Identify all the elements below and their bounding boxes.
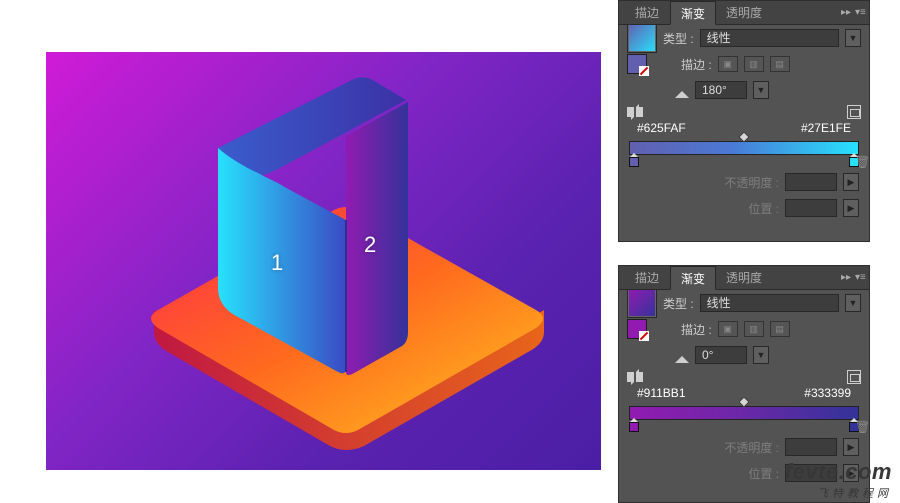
stroke-mode-2[interactable]: ▥ — [744, 321, 764, 337]
position-label: 位置 : — [748, 200, 779, 217]
opacity-label: 不透明度 : — [724, 439, 779, 456]
panel-collapse-icon[interactable]: ▸▸ — [841, 273, 851, 283]
tab-stroke[interactable]: 描边 — [625, 266, 670, 290]
angle-icon — [675, 84, 689, 98]
panel-tabs: 描边 渐变 透明度 ▸▸ ▾≡ — [619, 1, 869, 25]
angle-field[interactable]: 0° — [695, 346, 747, 364]
type-dropdown-arrow[interactable]: ▼ — [845, 29, 861, 47]
panel-tabs: 描边 渐变 透明度 ▸▸ ▾≡ — [619, 266, 869, 290]
tab-transparency[interactable]: 透明度 — [716, 266, 773, 290]
aspect-ratio-icon[interactable] — [847, 105, 861, 119]
angle-dropdown[interactable]: ▼ — [753, 81, 769, 99]
opacity-label: 不透明度 : — [724, 174, 779, 191]
iso-artwork — [46, 52, 601, 470]
tab-stroke[interactable]: 描边 — [625, 1, 670, 25]
opacity-field[interactable] — [785, 438, 837, 456]
gradient-panel-2: 描边 渐变 透明度 ▸▸ ▾≡ 类型 : 线性 ▼ 描边 : ▣ ▥ ▤ 0° … — [618, 265, 870, 503]
opacity-dropdown[interactable]: ▶ — [843, 173, 859, 191]
stop-left-hex: #625FAF — [637, 121, 686, 139]
stroke-swatch[interactable] — [627, 54, 647, 74]
panel-menu-icon[interactable]: ▾≡ — [855, 8, 865, 18]
gradient-swatch[interactable] — [627, 288, 657, 318]
position-label: 位置 : — [748, 465, 779, 482]
tab-gradient[interactable]: 渐变 — [670, 266, 716, 290]
apply-stroke-label: 描边 : — [681, 56, 712, 73]
gradient-track[interactable]: 🗑 — [629, 141, 859, 169]
reverse-gradient-icon[interactable] — [627, 372, 643, 382]
gradient-stop-left[interactable] — [629, 418, 639, 432]
aspect-ratio-icon[interactable] — [847, 370, 861, 384]
type-value: 线性 — [707, 30, 731, 46]
opacity-field[interactable] — [785, 173, 837, 191]
stop-right-hex: #333399 — [804, 386, 851, 404]
apply-stroke-label: 描边 : — [681, 321, 712, 338]
gradient-swatch[interactable] — [627, 23, 657, 53]
stroke-swatch[interactable] — [627, 319, 647, 339]
type-value: 线性 — [707, 295, 731, 311]
type-dropdown-arrow[interactable]: ▼ — [845, 294, 861, 312]
panel-collapse-icon[interactable]: ▸▸ — [841, 8, 851, 18]
gradient-stop-left[interactable] — [629, 153, 639, 167]
type-dropdown[interactable]: 线性 — [700, 29, 839, 47]
gradient-panel-1: 描边 渐变 透明度 ▸▸ ▾≡ 类型 : 线性 ▼ 描边 : ▣ ▥ ▤ 180… — [618, 0, 870, 242]
tab-transparency[interactable]: 透明度 — [716, 1, 773, 25]
stroke-mode-3[interactable]: ▤ — [770, 321, 790, 337]
angle-value: 0° — [702, 347, 713, 363]
delete-stop-icon[interactable]: 🗑 — [855, 155, 867, 167]
tab-gradient[interactable]: 渐变 — [670, 1, 716, 25]
type-label: 类型 : — [663, 30, 694, 47]
type-label: 类型 : — [663, 295, 694, 312]
angle-dropdown[interactable]: ▼ — [753, 346, 769, 364]
stroke-mode-3[interactable]: ▤ — [770, 56, 790, 72]
position-dropdown[interactable]: ▶ — [843, 199, 859, 217]
angle-icon — [675, 349, 689, 363]
stroke-mode-1[interactable]: ▣ — [718, 56, 738, 72]
artboard: 1 2 — [46, 52, 601, 470]
stop-left-hex: #911BB1 — [637, 386, 686, 404]
stroke-mode-2[interactable]: ▥ — [744, 56, 764, 72]
opacity-dropdown[interactable]: ▶ — [843, 438, 859, 456]
stop-right-hex: #27E1FE — [801, 121, 851, 139]
stroke-mode-1[interactable]: ▣ — [718, 321, 738, 337]
angle-field[interactable]: 180° — [695, 81, 747, 99]
reverse-gradient-icon[interactable] — [627, 107, 643, 117]
delete-stop-icon[interactable]: 🗑 — [855, 420, 867, 432]
angle-value: 180° — [702, 82, 727, 98]
gradient-track[interactable]: 🗑 — [629, 406, 859, 434]
position-field[interactable] — [785, 464, 837, 482]
position-field[interactable] — [785, 199, 837, 217]
panel-menu-icon[interactable]: ▾≡ — [855, 273, 865, 283]
type-dropdown[interactable]: 线性 — [700, 294, 839, 312]
position-dropdown[interactable]: ▶ — [843, 464, 859, 482]
